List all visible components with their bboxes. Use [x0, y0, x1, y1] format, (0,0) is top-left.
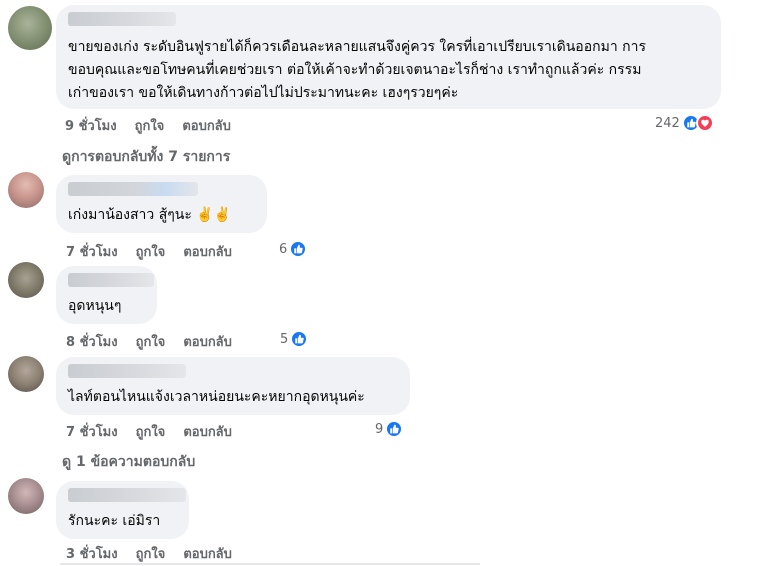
comment-text: รักนะคะ เอ่มิรา: [68, 510, 160, 533]
comment-timestamp[interactable]: 9 ชั่วโมง: [65, 115, 117, 136]
author-name-blurred[interactable]: [68, 488, 186, 502]
comment-text-line: อุดหนุนๆ: [68, 298, 122, 314]
like-icon: [290, 330, 309, 348]
author-name-blurred[interactable]: [68, 364, 186, 378]
comment-bubble: ขายของเก่ง ระดับอินฟูรายได้ก็ควรเดือนละห…: [56, 5, 721, 109]
reply-button[interactable]: ตอบกลับ: [183, 241, 232, 262]
reply-button[interactable]: ตอบกลับ: [182, 115, 231, 136]
comment-actions: 3 ชั่วโมง ถูกใจ ตอบกลับ: [66, 543, 232, 564]
comment-text-line: ไลท์ตอนไหนแจ้งเวลาหน่อยนะคะหยากอุดหนุนค่…: [68, 389, 365, 405]
like-button[interactable]: ถูกใจ: [136, 421, 166, 442]
comment-timestamp[interactable]: 8 ชั่วโมง: [66, 331, 118, 352]
avatar[interactable]: [8, 6, 52, 50]
comment-actions: 7 ชั่วโมง ถูกใจ ตอบกลับ: [66, 241, 232, 262]
comment-text: ขายของเก่ง ระดับอินฟูรายได้ก็ควรเดือนละห…: [68, 36, 646, 105]
comment-bubble: รักนะคะ เอ่มิรา: [56, 481, 189, 539]
reaction-summary[interactable]: 242: [655, 114, 714, 132]
view-one-reply-link[interactable]: ดู 1 ข้อความตอบกลับ: [62, 451, 195, 473]
author-name-blurred[interactable]: [68, 182, 198, 196]
comment-text-line: เก่าของเรา ขอให้เดินทางก้าวต่อไปไม่ประมา…: [68, 85, 459, 101]
comment-text-line: เก่งมาน้องสาว สู้ๆนะ ✌️✌️: [68, 207, 232, 223]
reaction-summary[interactable]: 6: [279, 240, 308, 258]
reaction-summary[interactable]: 9: [375, 420, 404, 438]
reaction-count: 6: [279, 241, 288, 257]
reaction-count: 5: [280, 331, 289, 347]
divider: [60, 563, 480, 565]
reaction-count: 242: [655, 115, 680, 131]
avatar[interactable]: [8, 478, 44, 514]
comment-timestamp[interactable]: 7 ชั่วโมง: [66, 421, 118, 442]
reply-button[interactable]: ตอบกลับ: [183, 543, 232, 564]
reaction-count: 9: [375, 421, 384, 437]
avatar[interactable]: [8, 356, 44, 392]
comment-text-line: ขอบคุณและขอโทษคนที่เคยช่วยเรา ต่อให้เค้า…: [68, 62, 642, 78]
comment-text: เก่งมาน้องสาว สู้ๆนะ ✌️✌️: [68, 204, 231, 227]
avatar[interactable]: [8, 172, 44, 208]
comment-actions: 7 ชั่วโมง ถูกใจ ตอบกลับ: [66, 421, 232, 442]
love-icon: [695, 114, 714, 132]
like-button[interactable]: ถูกใจ: [136, 543, 166, 564]
like-icon: [289, 240, 308, 258]
like-button[interactable]: ถูกใจ: [136, 241, 166, 262]
comment-timestamp[interactable]: 7 ชั่วโมง: [66, 241, 118, 262]
author-name-blurred[interactable]: [68, 12, 176, 26]
reaction-summary[interactable]: 5: [280, 330, 309, 348]
like-icon: [385, 420, 404, 438]
comment-text: อุดหนุนๆ: [68, 295, 121, 318]
comment-actions: 8 ชั่วโมง ถูกใจ ตอบกลับ: [66, 331, 232, 352]
reply-button[interactable]: ตอบกลับ: [183, 331, 232, 352]
author-name-blurred[interactable]: [68, 273, 154, 287]
comment-text: ไลท์ตอนไหนแจ้งเวลาหน่อยนะคะหยากอุดหนุนค่…: [68, 386, 365, 409]
comment-actions: 9 ชั่วโมง ถูกใจ ตอบกลับ: [65, 115, 231, 136]
avatar[interactable]: [8, 262, 44, 298]
comment-bubble: ไลท์ตอนไหนแจ้งเวลาหน่อยนะคะหยากอุดหนุนค่…: [56, 357, 410, 415]
comment-text-line: รักนะคะ เอ่มิรา: [68, 513, 161, 529]
comment-bubble: อุดหนุนๆ: [56, 266, 157, 324]
comment-text-line: ขายของเก่ง ระดับอินฟูรายได้ก็ควรเดือนละห…: [68, 39, 646, 55]
like-button[interactable]: ถูกใจ: [136, 331, 166, 352]
view-all-replies-link[interactable]: ดูการตอบกลับทั้ง 7 รายการ: [62, 146, 230, 168]
comment-bubble: เก่งมาน้องสาว สู้ๆนะ ✌️✌️: [56, 175, 267, 233]
comment-timestamp[interactable]: 3 ชั่วโมง: [66, 543, 118, 564]
like-button[interactable]: ถูกใจ: [135, 115, 165, 136]
reply-button[interactable]: ตอบกลับ: [183, 421, 232, 442]
